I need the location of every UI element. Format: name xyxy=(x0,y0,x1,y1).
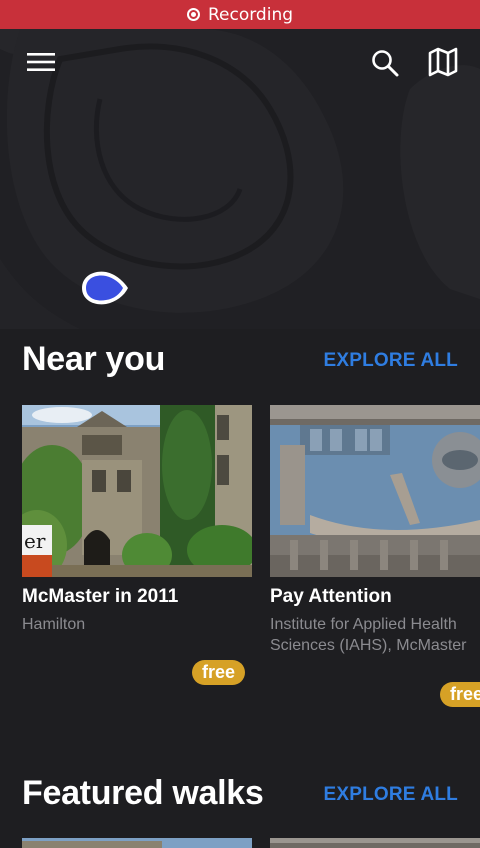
featured-walks-explore-all-link[interactable]: EXPLORE ALL xyxy=(323,784,458,806)
featured-walks-title: Featured walks xyxy=(22,774,264,812)
walk-card-mcmaster[interactable]: er McMaster in 2011 Hamilton free xyxy=(22,405,252,685)
walk-card-title: Pay Attention xyxy=(270,586,392,607)
search-button[interactable] xyxy=(368,46,402,80)
recording-status-bar: Recording xyxy=(0,0,480,29)
near-you-title: Near you xyxy=(22,340,166,378)
search-icon xyxy=(372,50,399,77)
walk-card-location: Institute for Applied Health Sciences (I… xyxy=(270,616,467,654)
price-badge: free xyxy=(440,682,480,707)
featured-walk-card[interactable] xyxy=(22,838,252,848)
map-button[interactable] xyxy=(426,45,460,79)
building-sign-text: er xyxy=(24,529,46,553)
menu-button[interactable] xyxy=(24,48,58,76)
walk-thumbnail-relief xyxy=(270,405,480,577)
recording-label: Recording xyxy=(207,4,294,25)
walk-card-title: McMaster in 2011 xyxy=(22,586,179,607)
record-icon xyxy=(186,8,200,21)
menu-icon xyxy=(27,53,55,71)
location-marker-icon[interactable] xyxy=(78,268,130,308)
featured-walk-card[interactable] xyxy=(270,838,480,848)
map-hero[interactable] xyxy=(0,29,480,329)
map-icon xyxy=(428,47,458,77)
walk-card-location: Hamilton xyxy=(22,616,86,633)
near-you-explore-all-link[interactable]: EXPLORE ALL xyxy=(323,350,458,372)
walk-thumbnail-building: er xyxy=(22,405,252,577)
walk-card-pay-attention[interactable]: Pay Attention Institute for Applied Heal… xyxy=(270,405,480,715)
price-badge: free xyxy=(192,660,246,685)
map-contours xyxy=(0,29,480,329)
